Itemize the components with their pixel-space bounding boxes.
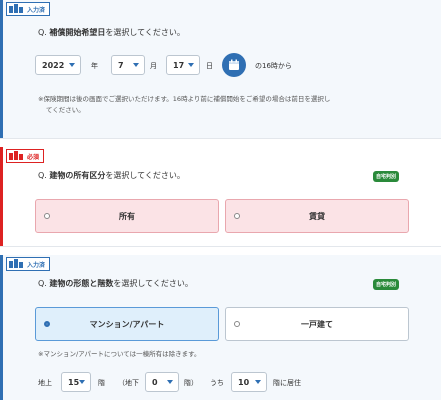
status-badge-required: 必須 <box>6 149 45 163</box>
calendar-button[interactable] <box>222 53 246 77</box>
option-owned-label: 所有 <box>119 211 135 221</box>
year-unit: 年 <box>91 62 98 70</box>
option-owned[interactable]: 所有 <box>35 199 219 233</box>
living-floor-select[interactable]: 10 <box>231 372 267 392</box>
status-badge-label: 必須 <box>27 153 40 161</box>
basement-label: （地下 <box>118 379 139 387</box>
status-badge-label: 入力済 <box>27 261 46 269</box>
above-ground-select[interactable]: 15 <box>61 372 91 392</box>
basement-select[interactable]: 0 <box>145 372 179 392</box>
building-icon <box>9 258 23 270</box>
month-unit: 月 <box>150 62 157 70</box>
option-house-label: 一戸建て <box>301 319 333 329</box>
above-ground-unit: 階 <box>98 379 105 387</box>
option-apartment-label: マンション/アパート <box>89 319 165 329</box>
home-check-tag: 自宅判別 <box>373 171 400 182</box>
chevron-down-icon <box>69 63 75 67</box>
year-select[interactable]: 2022 <box>35 55 81 75</box>
radio-icon <box>234 321 240 327</box>
option-rented[interactable]: 賃貸 <box>225 199 409 233</box>
radio-icon <box>234 213 240 219</box>
status-badge-completed: 入力済 <box>6 2 51 16</box>
section-building-type: 入力済 Q. 建物の形態と階数を選択してください。 自宅判別 マンション/アパー… <box>0 255 441 400</box>
option-apartment[interactable]: マンション/アパート <box>35 307 219 341</box>
basement-unit: 階） <box>184 379 198 387</box>
question-start-date: Q. 補償開始希望日を選択してください。 <box>38 28 185 37</box>
day-select[interactable]: 17 <box>166 55 200 75</box>
chevron-down-icon <box>188 63 194 67</box>
calendar-icon <box>228 56 240 75</box>
start-date-note: ※保険期間は後の画面でご選択いただけます。16時より前に補償開始をご希望の場合は… <box>38 95 331 114</box>
chevron-down-icon <box>255 380 261 384</box>
section-ownership: 必須 Q. 建物の所有区分を選択してください。 自宅判別 所有 賃貸 <box>0 147 441 247</box>
status-badge-label: 入力済 <box>27 6 46 14</box>
radio-icon <box>44 321 50 327</box>
section-start-date: 入力済 Q. 補償開始希望日を選択してください。 2022 年 7 月 17 日… <box>0 0 441 138</box>
chevron-down-icon <box>79 380 85 384</box>
question-ownership: Q. 建物の所有区分を選択してください。 <box>38 171 185 180</box>
home-check-tag: 自宅判別 <box>373 279 400 290</box>
above-ground-label: 地上 <box>38 379 52 387</box>
time-suffix: の16時から <box>255 62 292 70</box>
building-icon <box>9 150 23 162</box>
option-house[interactable]: 一戸建て <box>225 307 409 341</box>
option-rented-label: 賃貸 <box>309 211 325 221</box>
day-unit: 日 <box>206 62 213 70</box>
chevron-down-icon <box>133 63 139 67</box>
status-badge-completed: 入力済 <box>6 257 51 271</box>
chevron-down-icon <box>167 380 173 384</box>
building-icon <box>9 3 23 15</box>
building-type-note: ※マンション/アパートについては一棟所有は除きます。 <box>38 350 201 358</box>
question-building-type: Q. 建物の形態と階数を選択してください。 <box>38 279 193 288</box>
living-floor-label: うち <box>210 379 224 387</box>
radio-icon <box>44 213 50 219</box>
month-select[interactable]: 7 <box>111 55 145 75</box>
living-floor-unit: 階に居住 <box>273 379 301 387</box>
